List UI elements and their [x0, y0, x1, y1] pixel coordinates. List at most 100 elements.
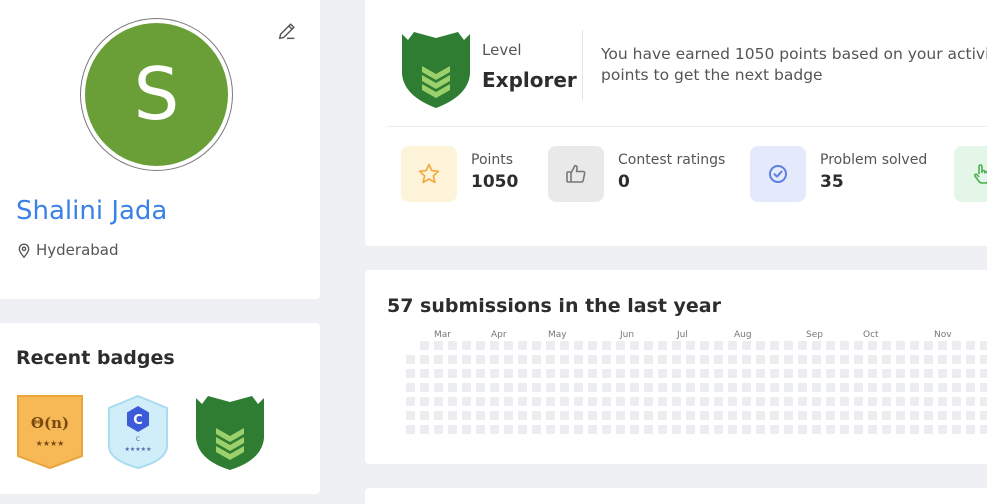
- heatmap-day-cell[interactable]: [910, 341, 919, 350]
- heatmap-day-cell[interactable]: [686, 411, 695, 420]
- heatmap-day-cell[interactable]: [938, 355, 947, 364]
- heatmap-day-cell[interactable]: [868, 341, 877, 350]
- heatmap-day-cell[interactable]: [840, 411, 849, 420]
- heatmap-day-cell[interactable]: [546, 341, 555, 350]
- heatmap-day-cell[interactable]: [742, 383, 751, 392]
- heatmap-day-cell[interactable]: [532, 369, 541, 378]
- heatmap-day-cell[interactable]: [910, 355, 919, 364]
- heatmap-day-cell[interactable]: [714, 355, 723, 364]
- heatmap-day-cell[interactable]: [504, 355, 513, 364]
- heatmap-day-cell[interactable]: [672, 369, 681, 378]
- heatmap-day-cell[interactable]: [602, 341, 611, 350]
- heatmap-day-cell[interactable]: [980, 383, 987, 392]
- heatmap-day-cell[interactable]: [406, 369, 415, 378]
- heatmap-day-cell[interactable]: [462, 383, 471, 392]
- heatmap-day-cell[interactable]: [868, 411, 877, 420]
- heatmap-day-cell[interactable]: [756, 355, 765, 364]
- heatmap-day-cell[interactable]: [798, 425, 807, 434]
- heatmap-day-cell[interactable]: [560, 341, 569, 350]
- heatmap-day-cell[interactable]: [686, 369, 695, 378]
- heatmap-day-cell[interactable]: [420, 369, 429, 378]
- heatmap-day-cell[interactable]: [574, 383, 583, 392]
- heatmap-day-cell[interactable]: [966, 425, 975, 434]
- heatmap-day-cell[interactable]: [504, 411, 513, 420]
- heatmap-day-cell[interactable]: [784, 397, 793, 406]
- heatmap-day-cell[interactable]: [546, 411, 555, 420]
- heatmap-day-cell[interactable]: [868, 425, 877, 434]
- heatmap-day-cell[interactable]: [700, 397, 709, 406]
- heatmap-day-cell[interactable]: [882, 369, 891, 378]
- heatmap-day-cell[interactable]: [980, 411, 987, 420]
- heatmap-day-cell[interactable]: [686, 341, 695, 350]
- heatmap-day-cell[interactable]: [826, 397, 835, 406]
- heatmap-day-cell[interactable]: [714, 369, 723, 378]
- heatmap-day-cell[interactable]: [476, 397, 485, 406]
- heatmap-day-cell[interactable]: [434, 369, 443, 378]
- heatmap-day-cell[interactable]: [742, 397, 751, 406]
- heatmap-day-cell[interactable]: [434, 397, 443, 406]
- heatmap-day-cell[interactable]: [448, 341, 457, 350]
- heatmap-day-cell[interactable]: [854, 411, 863, 420]
- heatmap-day-cell[interactable]: [910, 397, 919, 406]
- heatmap-day-cell[interactable]: [616, 369, 625, 378]
- heatmap-day-cell[interactable]: [574, 425, 583, 434]
- heatmap-day-cell[interactable]: [574, 411, 583, 420]
- heatmap-day-cell[interactable]: [420, 411, 429, 420]
- heatmap-day-cell[interactable]: [588, 341, 597, 350]
- heatmap-day-cell[interactable]: [504, 425, 513, 434]
- heatmap-day-cell[interactable]: [532, 355, 541, 364]
- heatmap-day-cell[interactable]: [560, 355, 569, 364]
- heatmap-day-cell[interactable]: [742, 425, 751, 434]
- heatmap-day-cell[interactable]: [476, 355, 485, 364]
- heatmap-day-cell[interactable]: [980, 425, 987, 434]
- heatmap-day-cell[interactable]: [784, 411, 793, 420]
- heatmap-day-cell[interactable]: [616, 383, 625, 392]
- heatmap-day-cell[interactable]: [882, 383, 891, 392]
- heatmap-day-cell[interactable]: [812, 425, 821, 434]
- heatmap-day-cell[interactable]: [826, 383, 835, 392]
- heatmap-day-cell[interactable]: [588, 411, 597, 420]
- heatmap-day-cell[interactable]: [602, 397, 611, 406]
- heatmap-day-cell[interactable]: [434, 425, 443, 434]
- heatmap-day-cell[interactable]: [840, 369, 849, 378]
- heatmap-day-cell[interactable]: [854, 383, 863, 392]
- heatmap-day-cell[interactable]: [868, 397, 877, 406]
- heatmap-day-cell[interactable]: [966, 355, 975, 364]
- heatmap-day-cell[interactable]: [462, 341, 471, 350]
- heatmap-day-cell[interactable]: [560, 411, 569, 420]
- heatmap-day-cell[interactable]: [616, 341, 625, 350]
- heatmap-day-cell[interactable]: [910, 411, 919, 420]
- heatmap-day-cell[interactable]: [756, 341, 765, 350]
- heatmap-day-cell[interactable]: [910, 369, 919, 378]
- heatmap-day-cell[interactable]: [448, 369, 457, 378]
- heatmap-day-cell[interactable]: [490, 425, 499, 434]
- heatmap-day-cell[interactable]: [406, 425, 415, 434]
- heatmap-day-cell[interactable]: [616, 425, 625, 434]
- heatmap-day-cell[interactable]: [826, 341, 835, 350]
- heatmap-day-cell[interactable]: [980, 341, 987, 350]
- heatmap-day-cell[interactable]: [896, 369, 905, 378]
- heatmap-day-cell[interactable]: [896, 341, 905, 350]
- heatmap-day-cell[interactable]: [672, 341, 681, 350]
- heatmap-day-cell[interactable]: [546, 425, 555, 434]
- heatmap-day-cell[interactable]: [770, 355, 779, 364]
- heatmap-day-cell[interactable]: [798, 411, 807, 420]
- heatmap-day-cell[interactable]: [812, 411, 821, 420]
- heatmap-day-cell[interactable]: [700, 425, 709, 434]
- explorer-level-badge-icon[interactable]: [194, 394, 266, 470]
- heatmap-day-cell[interactable]: [616, 397, 625, 406]
- heatmap-day-cell[interactable]: [840, 341, 849, 350]
- heatmap-day-cell[interactable]: [448, 383, 457, 392]
- heatmap-day-cell[interactable]: [728, 383, 737, 392]
- heatmap-day-cell[interactable]: [952, 383, 961, 392]
- heatmap-day-cell[interactable]: [644, 369, 653, 378]
- heatmap-day-cell[interactable]: [420, 341, 429, 350]
- heatmap-day-cell[interactable]: [476, 369, 485, 378]
- heatmap-day-cell[interactable]: [546, 355, 555, 364]
- heatmap-day-cell[interactable]: [966, 383, 975, 392]
- heatmap-day-cell[interactable]: [574, 341, 583, 350]
- heatmap-day-cell[interactable]: [924, 369, 933, 378]
- heatmap-day-cell[interactable]: [980, 369, 987, 378]
- heatmap-day-cell[interactable]: [602, 369, 611, 378]
- heatmap-day-cell[interactable]: [728, 425, 737, 434]
